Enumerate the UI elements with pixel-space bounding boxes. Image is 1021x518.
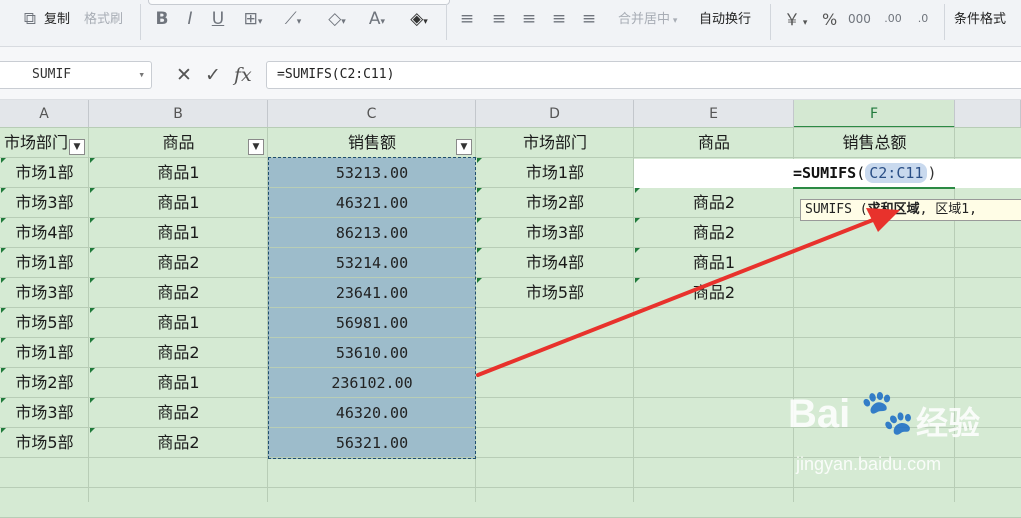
arrow-shaft <box>476 216 880 377</box>
annotation-arrow <box>476 208 900 377</box>
